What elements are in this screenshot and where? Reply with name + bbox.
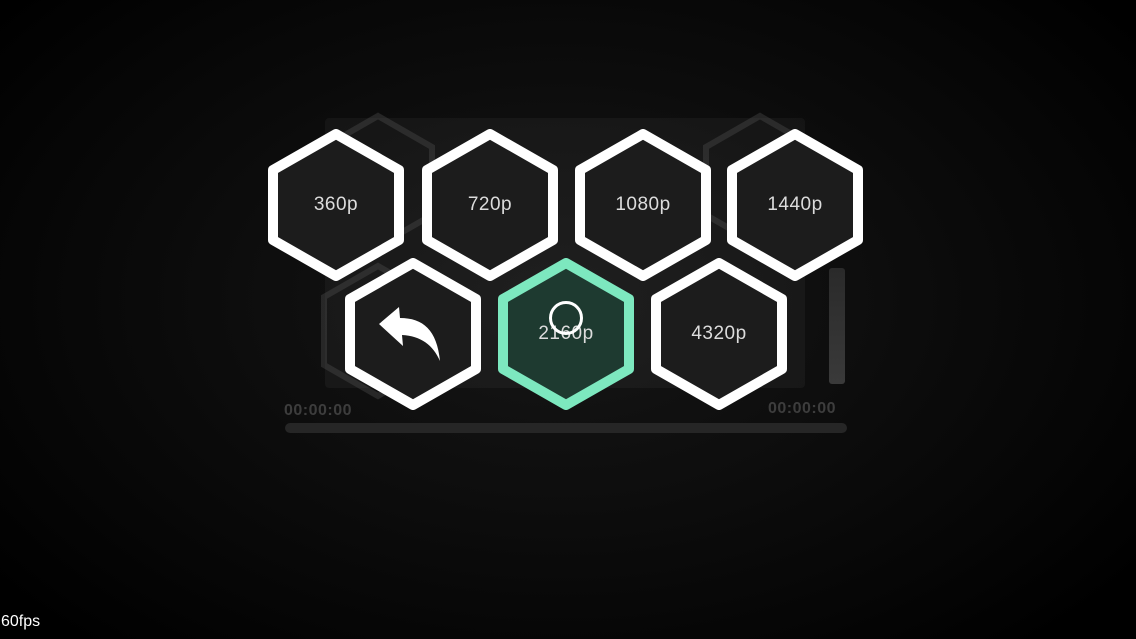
back-button[interactable] — [345, 258, 481, 410]
seek-bar[interactable] — [285, 423, 847, 433]
resolution-label: 4320p — [691, 323, 747, 344]
vr-video-player: 00:00:00 00:00:00 360p 720p 1080p 1440p — [0, 0, 1136, 639]
resolution-4320p-button[interactable]: 4320p — [651, 258, 787, 410]
volume-slider[interactable] — [829, 268, 845, 384]
resolution-label: 2160p — [538, 323, 594, 344]
fps-counter: 60fps — [1, 613, 41, 630]
resolution-2160p-button[interactable]: 2160p — [498, 258, 634, 410]
current-time: 00:00:00 — [284, 402, 353, 419]
back-arrow-icon — [379, 307, 440, 361]
